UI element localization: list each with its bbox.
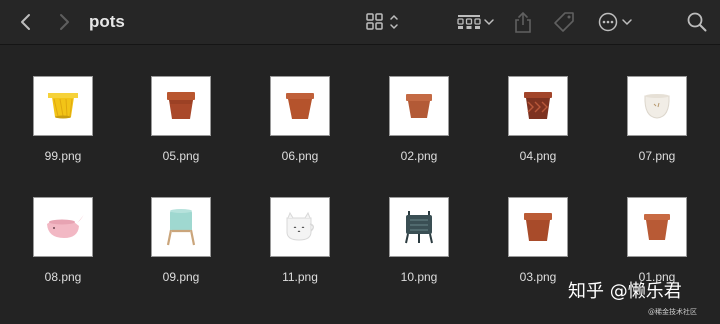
file-name: 04.png bbox=[519, 149, 557, 163]
dark-cauldron-pot-image bbox=[405, 211, 433, 244]
file-thumbnail bbox=[508, 197, 568, 257]
file-name: 02.png bbox=[400, 149, 438, 163]
file-name: 06.png bbox=[281, 149, 319, 163]
terracotta-pot-image bbox=[644, 214, 670, 240]
file-item-07[interactable]: 07.png bbox=[613, 76, 703, 186]
mint-pot-on-stand-image bbox=[166, 209, 196, 246]
file-name: 10.png bbox=[400, 270, 438, 284]
file-item-10[interactable]: 10.png bbox=[375, 197, 465, 307]
file-name: 09.png bbox=[162, 270, 200, 284]
more-actions-icon bbox=[598, 12, 632, 32]
white-cat-pot-image bbox=[286, 211, 314, 241]
watermark: 知乎 @懒乐君 bbox=[568, 281, 682, 302]
terracotta-pot-image bbox=[167, 92, 195, 119]
watermark-small: @稀金技术社区 bbox=[648, 308, 697, 316]
search-button[interactable] bbox=[684, 8, 710, 36]
file-item-05[interactable]: 05.png bbox=[137, 76, 227, 186]
share-button[interactable] bbox=[511, 8, 535, 36]
file-thumbnail bbox=[151, 76, 211, 136]
terracotta-pot-image bbox=[524, 213, 552, 241]
forward-button[interactable] bbox=[52, 8, 76, 36]
file-item-04[interactable]: 04.png bbox=[494, 76, 584, 186]
forward-chevron-icon bbox=[60, 14, 69, 30]
file-name: 07.png bbox=[638, 149, 676, 163]
file-thumbnail bbox=[33, 197, 93, 257]
group-by-button[interactable] bbox=[455, 8, 497, 36]
terracotta-pot-image bbox=[286, 93, 314, 119]
file-thumbnail bbox=[33, 76, 93, 136]
file-name: 05.png bbox=[162, 149, 200, 163]
yellow-pot-image bbox=[48, 93, 78, 119]
carved-pot-image bbox=[524, 92, 552, 119]
file-item-99[interactable]: 99.png bbox=[19, 76, 109, 186]
file-item-06[interactable]: 06.png bbox=[256, 76, 346, 186]
toolbar: pots bbox=[0, 0, 720, 45]
icon-view-icon bbox=[366, 13, 398, 30]
file-item-11[interactable]: 11.png bbox=[256, 197, 346, 307]
folder-title: pots bbox=[89, 12, 125, 31]
file-thumbnail bbox=[389, 197, 449, 257]
white-pot-image bbox=[644, 94, 670, 119]
file-name: 11.png bbox=[282, 270, 318, 284]
terracotta-pot-image bbox=[406, 94, 432, 118]
search-icon bbox=[687, 12, 707, 32]
more-actions-button[interactable] bbox=[597, 8, 635, 36]
file-thumbnail bbox=[508, 76, 568, 136]
file-thumbnail bbox=[627, 197, 687, 257]
share-icon bbox=[515, 11, 531, 33]
file-name: 99.png bbox=[44, 149, 82, 163]
group-by-icon bbox=[457, 15, 494, 29]
back-chevron-icon bbox=[21, 14, 30, 30]
file-thumbnail bbox=[270, 76, 330, 136]
file-thumbnail bbox=[151, 197, 211, 257]
file-item-08[interactable]: 08.png bbox=[19, 197, 109, 307]
file-item-09[interactable]: 09.png bbox=[137, 197, 227, 307]
back-button[interactable] bbox=[14, 8, 38, 36]
file-item-02[interactable]: 02.png bbox=[375, 76, 465, 186]
pink-whale-pot-image bbox=[47, 214, 84, 238]
file-thumbnail bbox=[627, 76, 687, 136]
file-thumbnail bbox=[270, 197, 330, 257]
tag-icon bbox=[554, 12, 574, 32]
file-name: 08.png bbox=[44, 270, 82, 284]
tag-button[interactable] bbox=[552, 8, 576, 36]
view-mode-button[interactable] bbox=[363, 8, 403, 36]
finder-window: pots 99.png 05.png 06.png 02.png 04.png … bbox=[0, 0, 720, 324]
file-thumbnail bbox=[389, 76, 449, 136]
